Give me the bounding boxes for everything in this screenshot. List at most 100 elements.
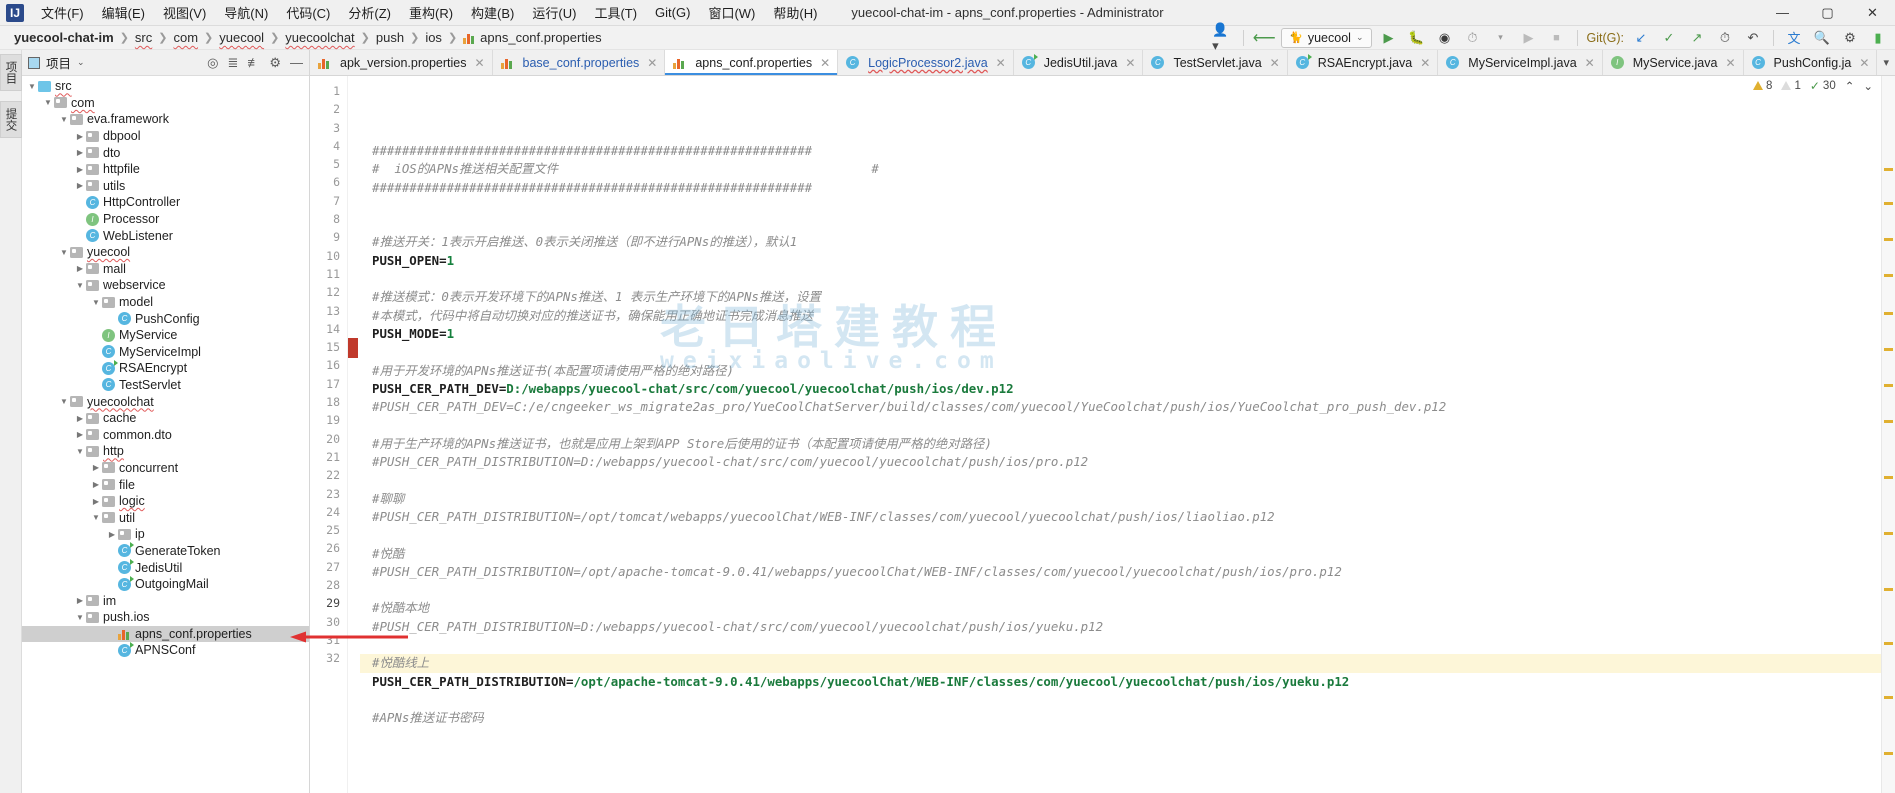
- editor-tab[interactable]: apns_conf.properties✕: [665, 50, 838, 75]
- tree-item[interactable]: ▶common.dto: [22, 426, 309, 443]
- code-line[interactable]: [372, 197, 1895, 215]
- menu-file[interactable]: 文件(F): [32, 0, 93, 25]
- run-configuration-selector[interactable]: 🐈 yuecool ⌄: [1281, 28, 1371, 48]
- error-stripe-mark[interactable]: [1884, 588, 1893, 591]
- editor-tab[interactable]: CLogicProcessor2.java✕: [838, 50, 1014, 75]
- menu-refactor[interactable]: 重构(R): [400, 0, 462, 25]
- error-stripe-mark[interactable]: [1884, 312, 1893, 315]
- chevron-down-icon[interactable]: ▼: [42, 98, 54, 107]
- code-line[interactable]: #悦酷: [372, 545, 1895, 563]
- breadcrumb-item-yuecoolchat[interactable]: yuecoolchat: [285, 30, 354, 45]
- error-stripe-mark[interactable]: [1884, 476, 1893, 479]
- breadcrumb-item-ios[interactable]: ios: [425, 30, 442, 45]
- code-line[interactable]: #APNs推送证书密码: [372, 709, 1895, 727]
- chevron-down-icon[interactable]: ▼: [90, 513, 102, 522]
- tree-item[interactable]: ▼yuecool: [22, 244, 309, 261]
- warning-count[interactable]: 8: [1753, 80, 1772, 92]
- code-content[interactable]: 老日塔建教程 weixiaolive.com #################…: [360, 76, 1895, 793]
- chevron-right-icon[interactable]: ▶: [74, 596, 86, 605]
- settings-gear-icon[interactable]: ⚙: [1839, 28, 1861, 48]
- editor-tab[interactable]: CTestServlet.java✕: [1143, 50, 1287, 75]
- tree-item[interactable]: ▼util: [22, 509, 309, 526]
- code-line[interactable]: #PUSH_CER_PATH_DISTRIBUTION=D:/webapps/y…: [372, 453, 1895, 471]
- tree-item[interactable]: ▶cache: [22, 410, 309, 427]
- close-tab-icon[interactable]: ✕: [1420, 56, 1430, 70]
- code-line[interactable]: [372, 581, 1895, 599]
- inspection-collapse-icon[interactable]: ⌃: [1845, 79, 1855, 93]
- code-line[interactable]: [372, 691, 1895, 709]
- search-icon[interactable]: 🔍: [1811, 28, 1833, 48]
- error-stripe-mark[interactable]: [1884, 532, 1893, 535]
- tree-item[interactable]: ▶dto: [22, 144, 309, 161]
- menu-edit[interactable]: 编辑(E): [93, 0, 154, 25]
- chevron-right-icon[interactable]: ▶: [90, 463, 102, 472]
- breadcrumb-item-project[interactable]: yuecool-chat-im: [14, 30, 114, 45]
- menu-analyze[interactable]: 分析(Z): [339, 0, 400, 25]
- editor-tab[interactable]: CRSAEncrypt.java✕: [1288, 50, 1439, 75]
- code-line[interactable]: ########################################…: [372, 142, 1895, 160]
- tree-item[interactable]: CTestServlet: [22, 377, 309, 394]
- run-icon[interactable]: ▶: [1378, 28, 1400, 48]
- code-line[interactable]: #PUSH_CER_PATH_DISTRIBUTION=/opt/tomcat/…: [372, 508, 1895, 526]
- tree-item[interactable]: ▶logic: [22, 493, 309, 510]
- tree-item[interactable]: ▼model: [22, 294, 309, 311]
- tree-item[interactable]: IMyService: [22, 327, 309, 344]
- chevron-right-icon[interactable]: ▶: [74, 148, 86, 157]
- editor-tab[interactable]: CMyServiceImpl.java✕: [1438, 50, 1602, 75]
- tree-item[interactable]: IProcessor: [22, 211, 309, 228]
- menu-code[interactable]: 代码(C): [277, 0, 339, 25]
- tree-item[interactable]: ▼yuecoolchat: [22, 393, 309, 410]
- hammer-build-icon[interactable]: ⟵: [1253, 28, 1275, 48]
- editor-tab[interactable]: base_conf.properties✕: [493, 50, 666, 75]
- tree-item[interactable]: ▶concurrent: [22, 460, 309, 477]
- error-stripe-gutter[interactable]: [1881, 76, 1895, 793]
- menu-window[interactable]: 窗口(W): [699, 0, 764, 25]
- error-stripe-mark[interactable]: [1884, 348, 1893, 351]
- editor-tab[interactable]: apk_version.properties✕: [310, 50, 493, 75]
- tree-item[interactable]: ▶file: [22, 476, 309, 493]
- tree-item[interactable]: CJedisUtil: [22, 559, 309, 576]
- close-tab-icon[interactable]: ✕: [1725, 56, 1735, 70]
- locate-file-icon[interactable]: ◎: [207, 55, 218, 71]
- tree-item[interactable]: ▶mall: [22, 261, 309, 278]
- tree-item[interactable]: ▼push.ios: [22, 609, 309, 626]
- tree-item[interactable]: CRSAEncrypt: [22, 360, 309, 377]
- code-line[interactable]: #用于开发环境的APNs推送证书(本配置项请使用严格的绝对路径): [372, 362, 1895, 380]
- tree-item[interactable]: ▼http: [22, 443, 309, 460]
- chevron-down-icon[interactable]: ▼: [90, 298, 102, 307]
- tree-item[interactable]: COutgoingMail: [22, 576, 309, 593]
- code-line[interactable]: #本模式，代码中将自动切换对应的推送证书，确保能用正确地证书完成消息推送: [372, 307, 1895, 325]
- code-line[interactable]: #推送开关：1表示开启推送、0表示关闭推送（即不进行APNs的推送），默认1: [372, 233, 1895, 251]
- menu-tools[interactable]: 工具(T): [585, 0, 646, 25]
- error-stripe-mark[interactable]: [1884, 642, 1893, 645]
- code-line[interactable]: #PUSH_CER_PATH_DISTRIBUTION=/opt/apache-…: [372, 563, 1895, 581]
- hide-panel-icon[interactable]: —: [290, 55, 303, 70]
- code-line[interactable]: #PUSH_CER_PATH_DISTRIBUTION=D:/webapps/y…: [372, 618, 1895, 636]
- menu-git[interactable]: Git(G): [646, 2, 699, 23]
- tree-item[interactable]: ▼webservice: [22, 277, 309, 294]
- close-button[interactable]: ✕: [1850, 0, 1895, 26]
- git-commit-icon[interactable]: ✓: [1658, 28, 1680, 48]
- tree-item[interactable]: CAPNSConf: [22, 642, 309, 659]
- tree-item[interactable]: CHttpController: [22, 194, 309, 211]
- history-icon[interactable]: ⏱: [1714, 28, 1736, 48]
- chevron-right-icon[interactable]: ▶: [74, 414, 86, 423]
- chevron-right-icon[interactable]: ▶: [74, 165, 86, 174]
- chevron-right-icon[interactable]: ▶: [74, 132, 86, 141]
- code-line[interactable]: [372, 270, 1895, 288]
- close-tab-icon[interactable]: ✕: [474, 56, 484, 70]
- breadcrumb-item-file[interactable]: apns_conf.properties: [480, 30, 601, 45]
- code-line[interactable]: [372, 471, 1895, 489]
- more-tabs-icon[interactable]: ▾: [1877, 50, 1895, 75]
- close-tab-icon[interactable]: ✕: [1125, 56, 1135, 70]
- error-stripe-mark[interactable]: [1884, 202, 1893, 205]
- inspection-expand-icon[interactable]: ⌄: [1863, 79, 1873, 93]
- close-tab-icon[interactable]: ✕: [1859, 56, 1869, 70]
- chevron-down-icon[interactable]: ▼: [74, 447, 86, 456]
- chevron-down-icon[interactable]: ▼: [58, 397, 70, 406]
- chevron-down-icon[interactable]: ⌄: [77, 57, 85, 68]
- error-stripe-mark[interactable]: [1884, 752, 1893, 755]
- editor-tab[interactable]: CPushConfig.ja✕: [1744, 50, 1878, 75]
- rollback-icon[interactable]: ↶: [1742, 28, 1764, 48]
- tree-item[interactable]: ▶utils: [22, 178, 309, 195]
